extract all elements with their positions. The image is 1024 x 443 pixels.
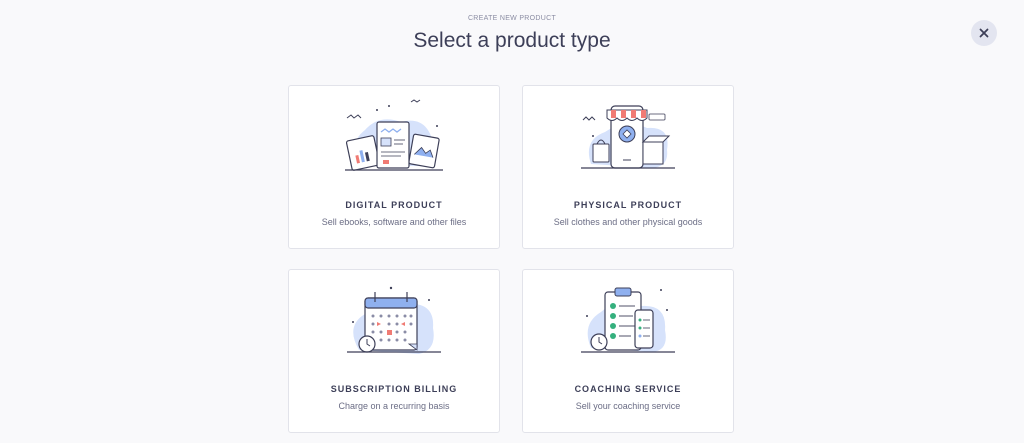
subscription-billing-illustration [289, 280, 499, 366]
close-icon [979, 28, 989, 38]
card-title: COACHING SERVICE [574, 384, 682, 394]
card-digital-product[interactable]: DIGITAL PRODUCT Sell ebooks, software an… [288, 85, 500, 249]
card-physical-product[interactable]: PHYSICAL PRODUCT Sell clothes and other … [522, 85, 734, 249]
card-title: SUBSCRIPTION BILLING [330, 384, 458, 394]
page-title: Select a product type [413, 29, 611, 52]
card-description: Sell ebooks, software and other files [321, 217, 467, 227]
close-button[interactable] [971, 20, 997, 46]
digital-product-illustration [289, 96, 499, 182]
coaching-service-illustration [523, 280, 733, 366]
create-product-modal: CREATE NEW PRODUCT Select a product type [0, 0, 1024, 443]
card-description: Sell clothes and other physical goods [553, 217, 703, 227]
physical-product-illustration [523, 96, 733, 182]
card-description: Sell your coaching service [575, 401, 681, 411]
card-title: PHYSICAL PRODUCT [573, 200, 683, 210]
card-description: Charge on a recurring basis [338, 401, 450, 411]
eyebrow-label: CREATE NEW PRODUCT [467, 15, 557, 22]
card-coaching-service[interactable]: COACHING SERVICE Sell your coaching serv… [522, 269, 734, 433]
card-subscription-billing[interactable]: SUBSCRIPTION BILLING Charge on a recurri… [288, 269, 500, 433]
card-title: DIGITAL PRODUCT [345, 200, 443, 210]
